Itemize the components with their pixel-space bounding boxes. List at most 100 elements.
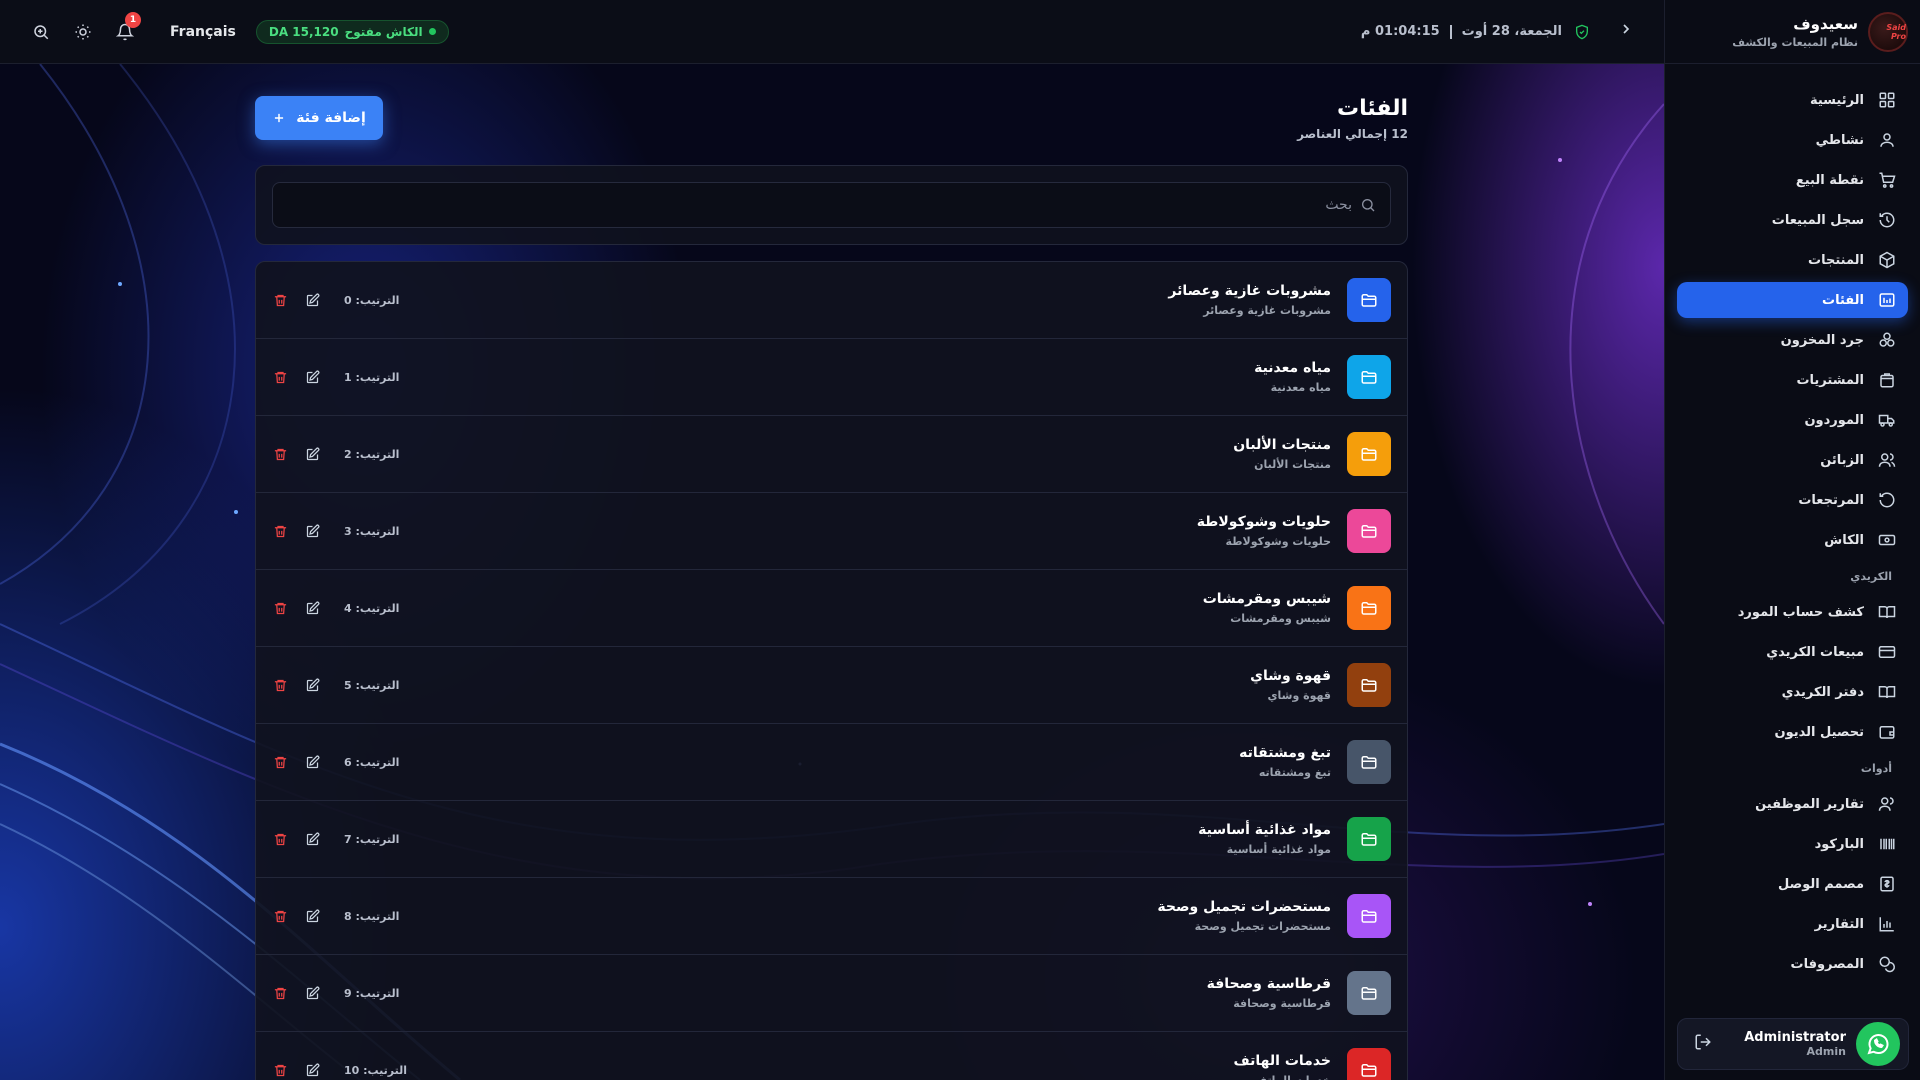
category-row[interactable]: مواد غذائية أساسية مواد غذائية أساسية التر… [256, 801, 1407, 878]
sidebar-item-barcode[interactable]: الباركود [1677, 826, 1908, 862]
edit-icon[interactable] [304, 1062, 320, 1078]
category-row[interactable]: مستحضرات تجميل وصحة مستحضرات تجميل وصحة ال… [256, 878, 1407, 955]
sidebar-item-returns[interactable]: المرتجعات [1677, 482, 1908, 518]
sidebar-item-label: دفتر الكريدي [1781, 684, 1864, 700]
category-row[interactable]: شيبس ومقرمشات شيبس ومقرمشات الترتيب: 4 [256, 570, 1407, 647]
category-row[interactable]: منتجات الألبان منتجات الألبان الترتيب: 2 [256, 416, 1407, 493]
sidebar-item-purchases[interactable]: المشتريات [1677, 362, 1908, 398]
sidebar-item-products[interactable]: المنتجات [1677, 242, 1908, 278]
language-switch[interactable]: Français [170, 24, 236, 40]
category-row[interactable]: حلويات وشوكولاطة حلويات وشوكولاطة الترتيب:… [256, 493, 1407, 570]
sidebar-item-label: مبيعات الكريدي [1766, 644, 1864, 660]
delete-icon[interactable] [272, 831, 288, 847]
sidebar-item-expenses[interactable]: المصروفات [1677, 946, 1908, 982]
category-row[interactable]: مياه معدنية مياه معدنية الترتيب: 1 [256, 339, 1407, 416]
rotate-icon [1879, 492, 1895, 508]
logout-icon[interactable] [1694, 1033, 1712, 1055]
delete-icon[interactable] [272, 908, 288, 924]
sidebar-item-receipt-designer[interactable]: مصمم الوصل [1677, 866, 1908, 902]
cash-amount: DA 15,120 [268, 24, 339, 39]
edit-icon[interactable] [304, 600, 320, 616]
sidebar-item-cash[interactable]: الكاش [1677, 522, 1908, 558]
sidebar-item-pos[interactable]: نقطة البيع [1677, 162, 1908, 198]
page-header: الفئات 12 إجمالي العناصر إضافة فئة [255, 88, 1408, 148]
sidebar-item-supplier-statement[interactable]: كشف حساب المورد [1677, 594, 1908, 630]
category-row[interactable]: تبغ ومشتقاته تبغ ومشتقاته الترتيب: 6 [256, 724, 1407, 801]
category-row[interactable]: قرطاسية وصحافة قرطاسية وصحافة الترتيب: 9 [256, 955, 1407, 1032]
sidebar-item-employee-reports[interactable]: تقارير الموظفين [1677, 786, 1908, 822]
zoom-in-icon[interactable] [30, 21, 52, 43]
user-card[interactable]: Administrator Admin [1677, 1018, 1909, 1070]
category-row[interactable]: قهوة وشاي قهوة وشاي الترتيب: 5 [256, 647, 1407, 724]
sidebar-item-label: الزبائن [1820, 452, 1864, 468]
edit-icon[interactable] [304, 523, 320, 539]
brand-logo: Said Pro [1868, 11, 1908, 52]
edit-icon[interactable] [304, 369, 320, 385]
cash-status-label: الكاش مفتوح [344, 24, 423, 39]
whatsapp-icon[interactable] [1856, 1022, 1900, 1066]
edit-icon[interactable] [304, 908, 320, 924]
cash-status-badge[interactable]: الكاش مفتوح DA 15,120 [255, 19, 449, 44]
barcode-icon [1880, 838, 1895, 850]
search-box[interactable] [272, 182, 1391, 228]
search-input[interactable] [287, 197, 1352, 213]
sidebar-item-customers[interactable]: الزبائن [1677, 442, 1908, 478]
search-card [255, 165, 1408, 245]
edit-icon[interactable] [304, 292, 320, 308]
current-date: الجمعة، 28 أوت [1461, 24, 1562, 39]
category-row[interactable]: خدمات الهاتف خدمات الهاتف الترتيب: 10 [256, 1032, 1407, 1080]
category-order: الترتيب: 8 [344, 909, 400, 923]
sidebar-item-label: سجل المبيعات [1771, 212, 1864, 228]
delete-icon[interactable] [272, 523, 288, 539]
sidebar-item-reports[interactable]: التقارير [1677, 906, 1908, 942]
edit-icon[interactable] [304, 831, 320, 847]
delete-icon[interactable] [272, 677, 288, 693]
brand-header[interactable]: Said Pro سعيدوف نظام المبيعات والكشف [1665, 0, 1920, 64]
collapse-chevron-icon[interactable] [1618, 21, 1634, 42]
delete-icon[interactable] [272, 446, 288, 462]
sidebar-item-suppliers[interactable]: الموردون [1677, 402, 1908, 438]
folder-icon [1347, 355, 1391, 399]
sidebar-section-tools: أدوات [1860, 762, 1892, 775]
book-icon [1878, 686, 1896, 699]
sidebar-item-categories[interactable]: الفئات [1677, 282, 1908, 318]
sidebar-item-debt-collection[interactable]: تحصيل الديون [1677, 714, 1908, 750]
delete-icon[interactable] [272, 600, 288, 616]
sidebar-nav: الرئيسية نشاطي نقطة البيع سجل المبيعات ا… [1665, 64, 1920, 982]
book-open-icon [1878, 606, 1896, 619]
notifications-bell-icon[interactable]: 1 [114, 11, 141, 43]
category-name: مياه معدنية [1254, 360, 1331, 376]
user-icon [1880, 133, 1894, 147]
category-order: الترتيب: 10 [344, 1063, 408, 1077]
category-name: قرطاسية وصحافة [1206, 976, 1331, 992]
sidebar-item-sales-history[interactable]: سجل المبيعات [1677, 202, 1908, 238]
edit-icon[interactable] [304, 985, 320, 1001]
edit-icon[interactable] [304, 754, 320, 770]
category-description: مواد غذائية أساسية [1226, 843, 1331, 856]
category-name: مستحضرات تجميل وصحة [1157, 899, 1331, 915]
sidebar-item-label: الرئيسية [1809, 92, 1864, 108]
folder-icon [1347, 278, 1391, 322]
sidebar-item-home[interactable]: الرئيسية [1677, 82, 1908, 118]
edit-icon[interactable] [304, 677, 320, 693]
theme-toggle-icon[interactable] [72, 21, 94, 43]
sidebar-item-my-activity[interactable]: نشاطي [1677, 122, 1908, 158]
category-order: الترتيب: 4 [344, 601, 400, 615]
sidebar-item-credit-ledger[interactable]: دفتر الكريدي [1677, 674, 1908, 710]
sidebar-item-label: المشتريات [1796, 372, 1864, 388]
delete-icon[interactable] [272, 369, 288, 385]
category-name: مواد غذائية أساسية [1198, 822, 1331, 838]
delete-icon[interactable] [272, 292, 288, 308]
folder-icon [1347, 432, 1391, 476]
delete-icon[interactable] [272, 985, 288, 1001]
category-row[interactable]: مشروبات غازية وعصائر مشروبات غازية وعصائر… [256, 262, 1407, 339]
sidebar-item-inventory[interactable]: جرد المخزون [1677, 322, 1908, 358]
delete-icon[interactable] [272, 1062, 288, 1078]
sidebar-item-label: التقارير [1814, 916, 1864, 932]
sidebar-item-credit-sales[interactable]: مبيعات الكريدي [1677, 634, 1908, 670]
sidebar-item-label: جرد المخزون [1780, 332, 1864, 348]
edit-icon[interactable] [304, 446, 320, 462]
add-category-button[interactable]: إضافة فئة [255, 96, 383, 140]
sidebar-item-label: تحصيل الديون [1774, 724, 1864, 740]
delete-icon[interactable] [272, 754, 288, 770]
